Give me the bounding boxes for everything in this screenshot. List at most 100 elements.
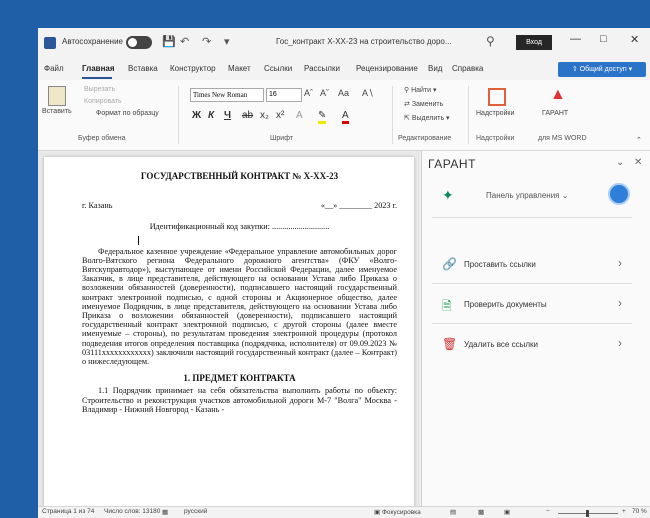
clear-format-icon[interactable]: A∖ <box>362 88 374 99</box>
chevron-right-icon: › <box>618 296 622 310</box>
chevron-right-icon: › <box>618 256 622 270</box>
find-button[interactable]: ⚲ Найти ▾ <box>404 86 437 94</box>
document-body[interactable]: ГОСУДАРСТВЕННЫЙ КОНТРАКТ № X-XX-23 г. Ка… <box>82 171 397 414</box>
autosave-label: Автосохранение <box>62 37 123 46</box>
control-panel-dropdown[interactable]: Панель управления ⌄ <box>486 191 568 200</box>
close-icon[interactable]: ✕ <box>630 33 639 46</box>
zoom-level[interactable]: 70 % <box>632 508 647 515</box>
garant-button[interactable]: ГАРАНТ <box>542 110 568 117</box>
avatar[interactable] <box>608 183 630 205</box>
subscript-icon[interactable]: x₂ <box>260 110 269 121</box>
preamble-paragraph: Федеральное казенное учреждение «Федерал… <box>82 246 397 367</box>
tab-insert[interactable]: Вставка <box>128 64 158 73</box>
maximize-icon[interactable]: □ <box>600 33 607 45</box>
word-count[interactable]: Число слов: 13180 <box>104 508 160 515</box>
select-icon: ⇱ <box>404 115 412 122</box>
ribbon-tabs: Файл Главная Вставка Конструктор Макет С… <box>38 58 650 80</box>
select-button[interactable]: ⇱ Выделить ▾ <box>404 114 450 122</box>
undo-icon[interactable]: ↶ <box>180 35 189 48</box>
zoom-in-icon[interactable]: + <box>622 508 626 515</box>
share-label: Общий доступ <box>579 66 627 73</box>
addins-icon[interactable] <box>488 88 506 106</box>
paste-icon[interactable] <box>48 86 66 106</box>
web-layout-icon[interactable]: ▣ <box>504 508 510 516</box>
shrink-font-icon[interactable]: Aˇ <box>320 88 329 98</box>
proofing-icon[interactable]: ▦ <box>162 508 168 516</box>
font-size-select[interactable]: 16 <box>266 88 302 102</box>
language-indicator[interactable]: русский <box>184 508 207 515</box>
search-icon[interactable]: ⚲ <box>486 34 495 48</box>
copy-button[interactable]: Копировать <box>84 98 122 105</box>
document-page[interactable]: ГОСУДАРСТВЕННЫЙ КОНТРАКТ № X-XX-23 г. Ка… <box>44 157 414 517</box>
customize-icon[interactable]: ▾ <box>224 35 230 48</box>
tab-file[interactable]: Файл <box>44 64 64 73</box>
signin-button[interactable]: Вход <box>516 35 552 50</box>
ribbon-separator <box>178 86 179 144</box>
procurement-code: Идентификационный код закупки: .........… <box>149 222 330 232</box>
grow-font-icon[interactable]: Aˆ <box>304 88 313 98</box>
italic-icon[interactable]: К <box>208 110 214 121</box>
ribbon-separator <box>392 86 393 144</box>
date-text: «__» ________ 2023 г. <box>320 201 397 211</box>
editing-group-label: Редактирование <box>398 135 452 142</box>
paste-button[interactable]: Вставить <box>42 108 72 115</box>
status-bar: Страница 1 из 74 Число слов: 13180 ▦ рус… <box>38 506 650 518</box>
cut-button[interactable]: Вырезать <box>84 86 115 93</box>
highlight-icon[interactable]: ✎ <box>318 110 327 124</box>
superscript-icon[interactable]: x² <box>276 110 284 121</box>
toggle-knob <box>128 38 137 47</box>
ribbon-separator <box>468 86 469 144</box>
share-button[interactable]: ⇧ Общий доступ ▾ <box>558 62 646 77</box>
check-documents-item[interactable]: 🗎 Проверить документы › <box>432 293 632 317</box>
remove-links-item[interactable]: 🗑 Удалить все ссылки › <box>432 333 632 357</box>
tab-references[interactable]: Ссылки <box>264 64 292 73</box>
control-panel-label: Панель управления <box>486 191 560 200</box>
replace-icon: ⇄ <box>404 101 412 108</box>
bold-icon[interactable]: Ж <box>192 110 201 121</box>
read-mode-icon[interactable]: ▤ <box>450 508 456 516</box>
word-window: Автосохранение 💾 ↶ ↷ ▾ Гос_контракт X-XX… <box>38 28 650 518</box>
pane-title: ГАРАНТ <box>428 157 476 171</box>
pane-separator <box>432 283 632 284</box>
pane-options-icon[interactable]: ⌄ <box>616 157 624 168</box>
addins-button[interactable]: Надстройки <box>476 110 514 117</box>
font-color-icon[interactable]: A <box>342 110 349 124</box>
focus-icon: ▣ <box>374 509 382 516</box>
pane-close-icon[interactable]: ✕ <box>634 157 642 168</box>
tab-design[interactable]: Конструктор <box>170 64 216 73</box>
strikethrough-icon[interactable]: ab <box>242 110 253 121</box>
tab-help[interactable]: Справка <box>452 64 483 73</box>
underline-icon[interactable]: Ч <box>224 110 231 121</box>
format-painter-button[interactable]: Формат по образцу <box>96 110 159 117</box>
page-count[interactable]: Страница 1 из 74 <box>42 508 94 515</box>
tab-home[interactable]: Главная <box>82 64 115 73</box>
font-name-select[interactable]: Times New Roman <box>190 88 264 102</box>
change-case-icon[interactable]: Aa <box>338 88 349 98</box>
trash-icon: 🗑 <box>442 337 458 351</box>
minimize-icon[interactable]: — <box>570 33 581 45</box>
link-icon: 🔗 <box>442 257 457 271</box>
tab-layout[interactable]: Макет <box>228 64 251 73</box>
city-text: г. Казань <box>82 201 113 211</box>
tab-review[interactable]: Рецензирование <box>356 64 418 73</box>
select-label: Выделить <box>411 115 445 122</box>
collapse-ribbon-icon[interactable]: ⌃ <box>636 136 642 144</box>
save-icon[interactable]: 💾 <box>162 35 176 48</box>
zoom-out-icon[interactable]: − <box>546 508 550 515</box>
autosave-toggle[interactable] <box>126 36 152 49</box>
title-bar: Автосохранение 💾 ↶ ↷ ▾ Гос_контракт X-XX… <box>38 28 650 58</box>
text-effects-icon[interactable]: A <box>296 110 303 121</box>
print-layout-icon[interactable]: ▩ <box>478 508 484 516</box>
replace-button[interactable]: ⇄ Заменить <box>404 100 443 108</box>
document-canvas[interactable]: ГОСУДАРСТВЕННЫЙ КОНТРАКТ № X-XX-23 г. Ка… <box>38 151 420 517</box>
zoom-slider-handle[interactable] <box>586 510 589 517</box>
place-links-item[interactable]: 🔗 Проставить ссылки › <box>432 253 632 277</box>
tab-view[interactable]: Вид <box>428 64 442 73</box>
focus-button[interactable]: ▣ Фокусировка <box>374 508 421 516</box>
tab-mailings[interactable]: Рассылки <box>304 64 340 73</box>
share-icon: ⇧ <box>571 66 580 73</box>
garant-icon[interactable]: ▲ <box>550 86 566 104</box>
document-title[interactable]: Гос_контракт X-XX-23 на строительство до… <box>276 37 452 46</box>
replace-label: Заменить <box>411 101 444 108</box>
redo-icon[interactable]: ↷ <box>202 35 211 48</box>
